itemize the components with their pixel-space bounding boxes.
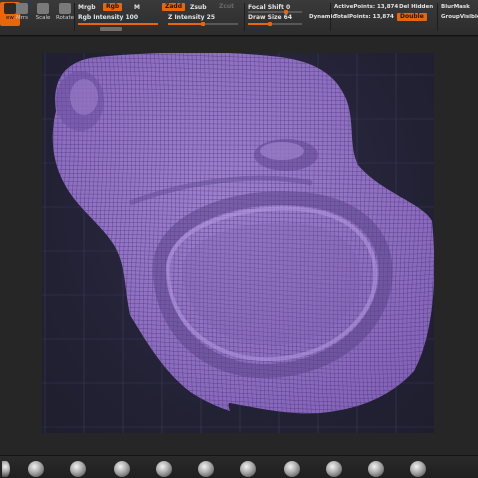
trim-dynamic-brush-icon[interactable] (284, 461, 300, 477)
palette-scroll-grip[interactable] (100, 27, 122, 31)
zadd-toggle[interactable]: Zadd (162, 3, 185, 11)
inflate-brush-icon[interactable] (114, 461, 130, 477)
wire-line (42, 427, 434, 433)
rgb-intensity-label[interactable]: Rgb Intensity 100 (78, 13, 138, 22)
right-bump-highlight (260, 142, 304, 160)
wire-line (52, 409, 434, 414)
move-icon (16, 3, 28, 14)
zcut-toggle[interactable]: Zcut (216, 3, 237, 11)
active-points-readout: ActivePoints: 13,874 (334, 4, 399, 10)
smooth-brush-icon[interactable] (156, 461, 172, 477)
sculpt-mesh[interactable] (42, 53, 434, 433)
draw-size-slider[interactable] (248, 22, 302, 26)
draw-size-fill (248, 23, 268, 25)
draw-size-knob[interactable] (268, 22, 272, 26)
mrgb-toggle[interactable]: Mrgb (78, 3, 96, 12)
wire-line (42, 53, 45, 433)
left-bump-highlight (70, 79, 98, 115)
divider (74, 3, 75, 31)
rgb-toggle[interactable]: Rgb (103, 3, 123, 11)
total-points-readout: TotalPoints: 13,874 (334, 14, 394, 20)
scale-button[interactable]: Scale (33, 2, 53, 26)
double-button[interactable]: Double (397, 13, 427, 21)
zsub-toggle[interactable]: Zsub (190, 3, 207, 12)
del-hidden-button[interactable]: Del Hidden (399, 3, 433, 12)
flatten-brush-icon[interactable] (410, 461, 426, 477)
wire-line (42, 414, 434, 423)
rgb-intensity-fill (78, 23, 158, 25)
clay-brush-icon[interactable] (28, 461, 44, 477)
scale-icon (37, 3, 49, 14)
wire-line (42, 418, 434, 426)
rotate-icon (59, 3, 71, 14)
hpolish-brush-icon[interactable] (326, 461, 342, 477)
wire-line (52, 405, 434, 414)
top-palette: ew Mrrs Scale Rotate Mrgb Rgb M Rgb Inte… (0, 0, 478, 36)
divider (330, 3, 331, 31)
z-intensity-label[interactable]: Z Intensity 25 (168, 13, 215, 22)
z-intensity-slider[interactable] (168, 22, 238, 26)
snakehook-brush-icon[interactable] (368, 461, 384, 477)
wire-line (42, 53, 50, 433)
move-brush-icon[interactable] (70, 461, 86, 477)
rotate-button[interactable]: Rotate (55, 2, 75, 26)
brush-shelf (0, 455, 478, 478)
wire-line (52, 53, 55, 414)
move-button[interactable]: Mrrs (12, 2, 32, 26)
group-visible-button[interactable]: GroupVisible (441, 13, 478, 22)
dam-standard-brush-icon[interactable] (240, 461, 256, 477)
blur-mask-button[interactable]: BlurMask (441, 3, 470, 12)
rgb-intensity-slider[interactable] (78, 23, 158, 25)
pinch-brush-icon[interactable] (198, 461, 214, 477)
wire-line (42, 423, 434, 431)
divider (244, 3, 245, 31)
z-intensity-knob[interactable] (201, 22, 205, 26)
draw-size-label[interactable]: Draw Size 64 (248, 13, 292, 22)
z-intensity-fill (168, 23, 201, 25)
divider (437, 3, 438, 31)
viewport-canvas[interactable] (0, 37, 478, 455)
dynamic-toggle[interactable]: Dynamic (309, 13, 336, 22)
standard-brush-icon[interactable] (2, 461, 10, 477)
m-toggle[interactable]: M (134, 3, 140, 12)
document-area[interactable] (42, 53, 434, 433)
